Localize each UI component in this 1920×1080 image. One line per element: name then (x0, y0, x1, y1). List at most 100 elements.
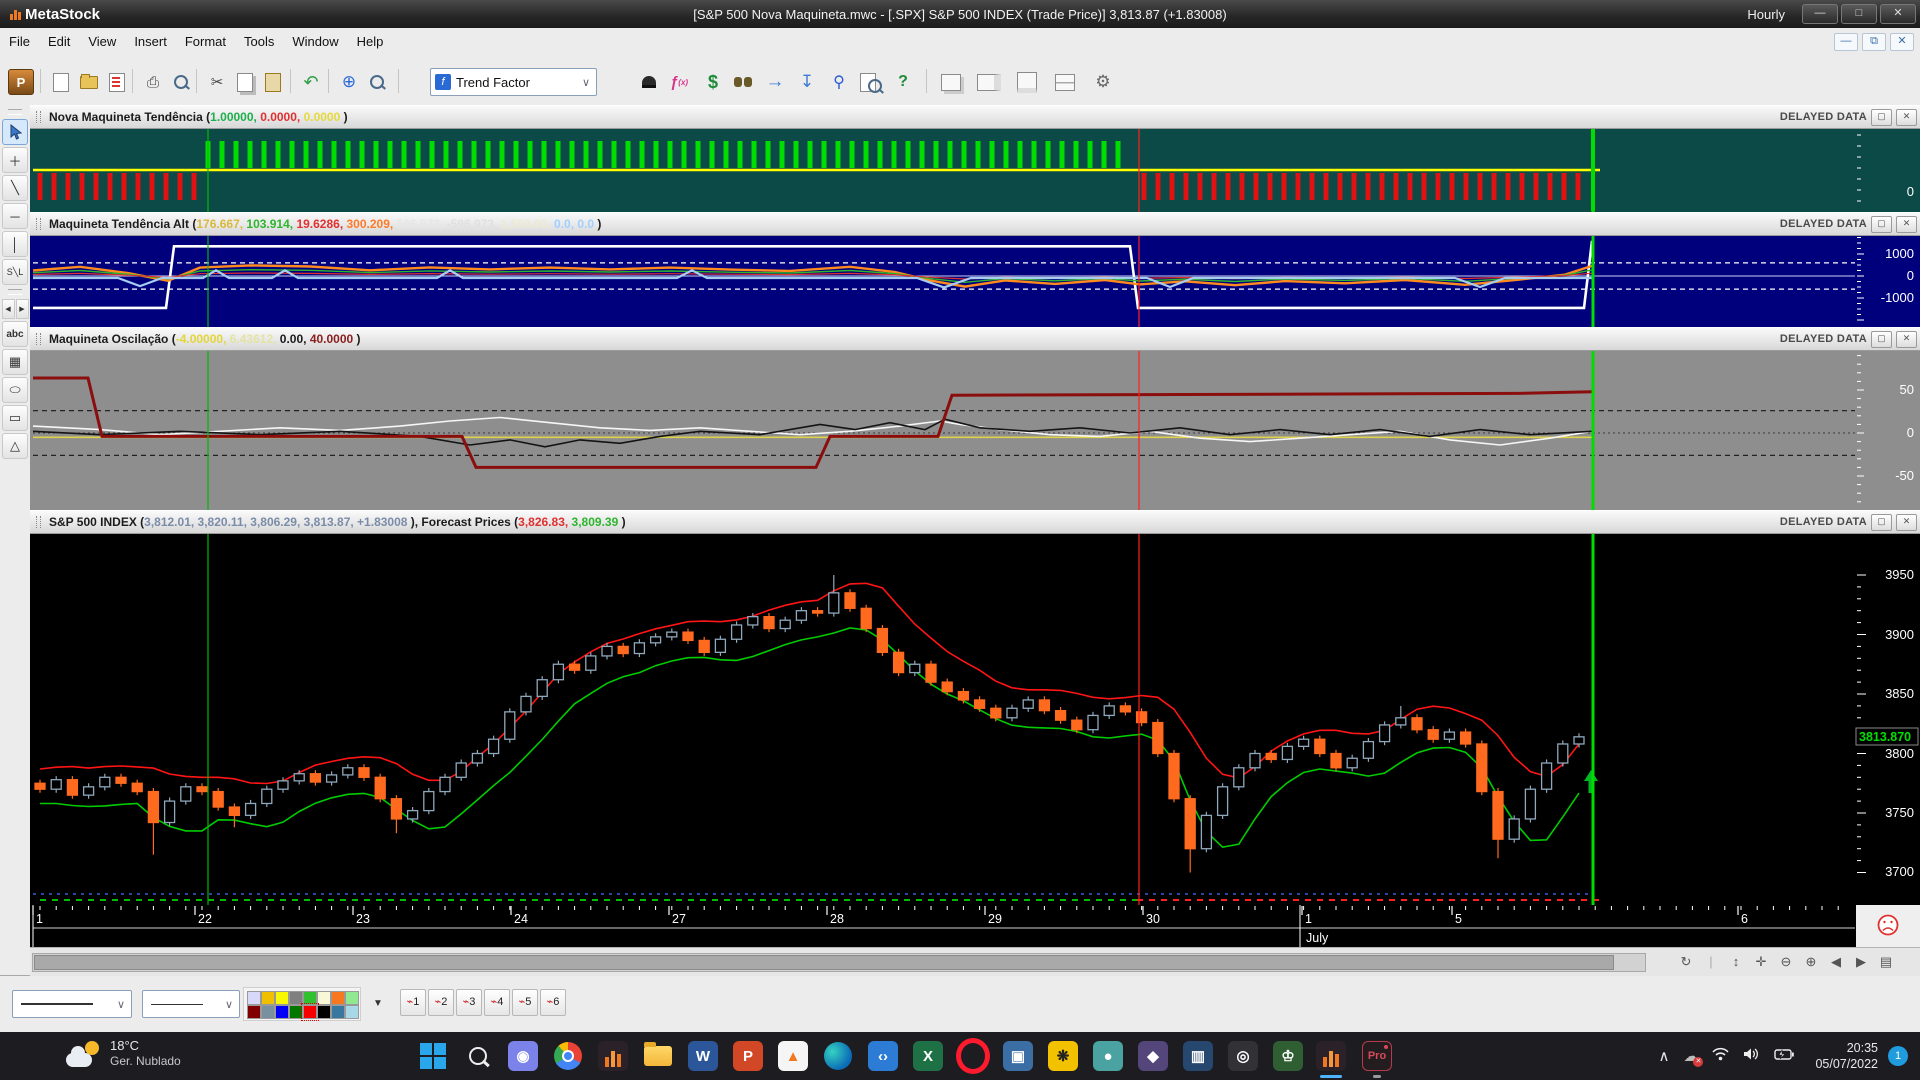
battery-icon[interactable] (1774, 1048, 1794, 1065)
triangle-tool-button[interactable]: △ (2, 433, 28, 459)
paste-button[interactable] (260, 69, 286, 95)
color-swatch[interactable] (261, 991, 275, 1005)
color-palette[interactable] (243, 987, 361, 1021)
chart-layout-button-6[interactable]: ⌁6 (540, 989, 566, 1016)
app-icon[interactable]: ▥ (1181, 1039, 1215, 1073)
pro-app-icon[interactable]: Pro (1360, 1039, 1394, 1073)
panel-drag-handle[interactable] (36, 218, 41, 230)
panel-close-button[interactable]: ✕ (1896, 331, 1917, 348)
scroll-right-tool[interactable]: ▶ (16, 299, 29, 319)
gear-icon[interactable]: ⚙ (1090, 69, 1116, 95)
tile-grid-icon[interactable] (1052, 69, 1078, 95)
horizontal-scrollbar[interactable] (32, 953, 1646, 972)
app-icon[interactable]: ● (1091, 1039, 1125, 1073)
metastock-icon[interactable] (1314, 1039, 1348, 1073)
menu-help[interactable]: Help (348, 29, 393, 55)
weather-widget[interactable]: 18°C Ger. Nublado (66, 1038, 181, 1069)
chart-app-icon[interactable] (596, 1039, 630, 1073)
menu-window[interactable]: Window (283, 29, 347, 55)
save-button[interactable] (104, 69, 130, 95)
cascade-windows-icon[interactable] (938, 69, 964, 95)
excel-icon[interactable]: X (911, 1039, 945, 1073)
system-report-icon[interactable] (858, 69, 884, 95)
vertical-fit-button[interactable]: ↕ (1725, 952, 1747, 972)
panel-close-button[interactable]: ✕ (1896, 216, 1917, 233)
word-icon[interactable]: W (686, 1039, 720, 1073)
scroll-left-tool[interactable]: ◀ (2, 299, 15, 319)
vlc-icon[interactable]: ▲ (776, 1039, 810, 1073)
opera-icon[interactable] (956, 1039, 990, 1073)
panel-restore-button[interactable]: ▢ (1871, 109, 1892, 126)
line-weight-combobox[interactable]: ∨ (142, 990, 240, 1018)
chart-layout-button-5[interactable]: ⌁5 (512, 989, 538, 1016)
panel-close-button[interactable]: ✕ (1896, 109, 1917, 126)
color-swatch[interactable] (289, 1005, 303, 1019)
monitor-app-icon[interactable]: ▣ (1001, 1039, 1035, 1073)
app-icon[interactable]: ◆ (1136, 1039, 1170, 1073)
trendline-tool-button[interactable]: ╲ (2, 175, 28, 201)
menu-insert[interactable]: Insert (125, 29, 176, 55)
scrollbar-thumb[interactable] (34, 955, 1614, 970)
tray-chevron-icon[interactable]: ∧ (1658, 1047, 1669, 1065)
template-combobox[interactable]: f Trend Factor ∨ (430, 68, 597, 96)
bee-app-icon[interactable]: ❋ (1046, 1039, 1080, 1073)
close-button[interactable]: ✕ (1880, 4, 1916, 24)
zoom-in-button[interactable]: ⊕ (1800, 952, 1822, 972)
color-swatch[interactable] (317, 991, 331, 1005)
edge-icon[interactable] (821, 1039, 855, 1073)
copy-button[interactable] (232, 69, 258, 95)
binoculars-icon[interactable] (730, 69, 756, 95)
panel-restore-button[interactable]: ▢ (1871, 514, 1892, 531)
crosshair-tool-button[interactable]: ＋ (2, 147, 28, 173)
new-chart-button[interactable] (48, 69, 74, 95)
vscode-icon[interactable]: ‹› (866, 1039, 900, 1073)
volume-icon[interactable] (1743, 1047, 1760, 1065)
horizontal-line-tool-button[interactable]: ─ (2, 203, 28, 229)
context-help-icon[interactable]: ? (890, 69, 916, 95)
expert-advisor-icon[interactable]: $ (700, 69, 726, 95)
file-explorer-icon[interactable] (641, 1039, 675, 1073)
zoom-out-button[interactable]: ⊖ (1775, 952, 1797, 972)
mdi-restore-button[interactable]: ⧉ (1862, 33, 1886, 51)
panel-drag-handle[interactable] (36, 516, 41, 528)
color-swatch[interactable] (261, 1005, 275, 1019)
chart-layout-button-4[interactable]: ⌁4 (484, 989, 510, 1016)
print-preview-button[interactable] (168, 69, 194, 95)
scroll-right-button[interactable]: ▶ (1850, 952, 1872, 972)
mdi-close-button[interactable]: ✕ (1890, 33, 1914, 51)
menu-tools[interactable]: Tools (235, 29, 283, 55)
semilog-tool-button[interactable]: S╲L (2, 259, 28, 285)
color-swatch[interactable] (303, 1005, 317, 1019)
color-swatch[interactable] (289, 991, 303, 1005)
color-swatch[interactable] (317, 1005, 331, 1019)
color-swatch[interactable] (331, 991, 345, 1005)
tile-vertical-icon[interactable] (976, 69, 1002, 95)
panel-drag-handle[interactable] (36, 333, 41, 345)
print-button[interactable]: ⎙ (140, 69, 166, 95)
pointer-tool-button[interactable] (2, 119, 28, 145)
indicator-builder-icon[interactable]: ƒ(x) (666, 69, 692, 95)
chess-app-icon[interactable]: ♔ (1271, 1039, 1305, 1073)
zoom-icon[interactable] (364, 69, 390, 95)
panel-close-button[interactable]: ✕ (1896, 514, 1917, 531)
color-swatch[interactable] (275, 991, 289, 1005)
minimize-button[interactable]: — (1802, 4, 1838, 24)
start-button[interactable] (416, 1039, 450, 1073)
tile-horizontal-icon[interactable] (1014, 69, 1040, 95)
color-swatch[interactable] (345, 1005, 359, 1019)
chart-layout-button-3[interactable]: ⌁3 (456, 989, 482, 1016)
wifi-icon[interactable] (1712, 1047, 1729, 1065)
microscope-icon[interactable]: ⚲ (826, 69, 852, 95)
pan-button[interactable]: ✛ (1750, 952, 1772, 972)
menu-edit[interactable]: Edit (39, 29, 79, 55)
panel-header-maquineta-tendencia-alt[interactable]: Maquineta Tendência Alt (176.667, 103.91… (30, 212, 1920, 236)
chart-layout-button-2[interactable]: ⌁2 (428, 989, 454, 1016)
grid-tool-button[interactable]: ▦ (2, 349, 28, 375)
forecaster-icon[interactable]: → (762, 69, 788, 95)
downloader-icon[interactable]: ↧ (794, 69, 820, 95)
mdi-minimize-button[interactable]: — (1834, 33, 1858, 51)
panel-header-sp500-index[interactable]: S&P 500 INDEX (3,812.01, 3,820.11, 3,806… (30, 510, 1920, 534)
maximize-button[interactable]: □ (1841, 4, 1877, 24)
color-swatch[interactable] (247, 1005, 261, 1019)
camera-app-icon[interactable]: ◎ (1226, 1039, 1260, 1073)
